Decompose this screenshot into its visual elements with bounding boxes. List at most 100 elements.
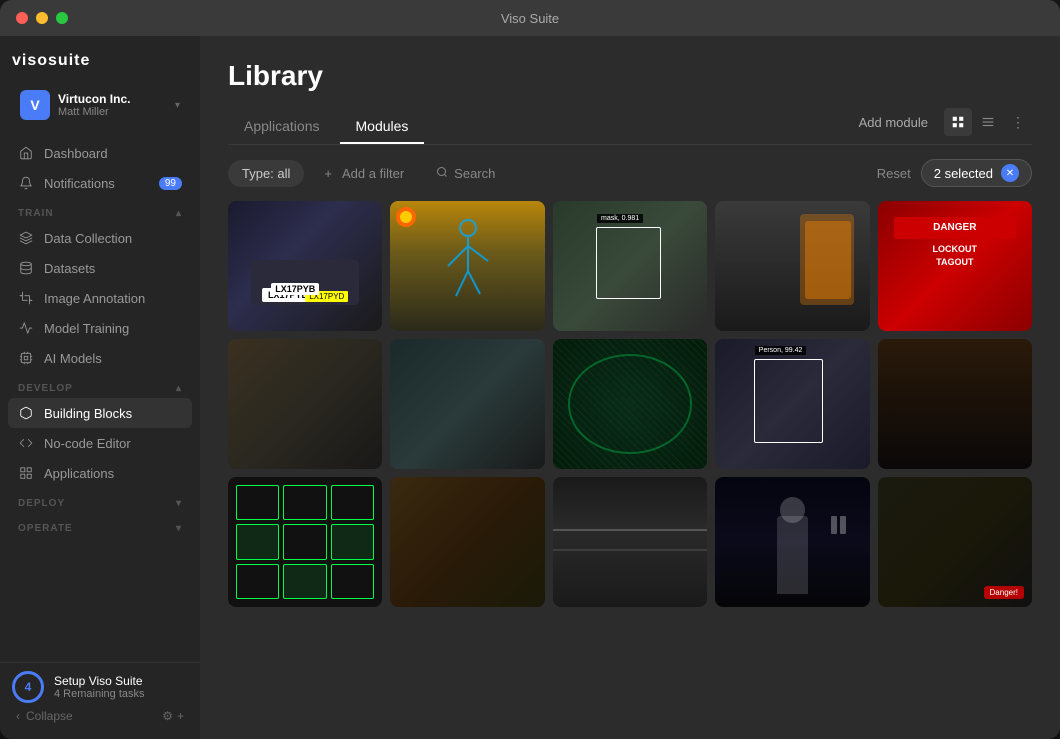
setup-info: Setup Viso Suite 4 Remaining tasks xyxy=(54,674,145,700)
close-button[interactable] xyxy=(16,12,28,24)
section-label: OPERATE xyxy=(18,523,73,534)
sidebar-item-label: Building Blocks xyxy=(44,406,132,421)
sidebar-nav: Dashboard Notifications 99 TRAIN ▴ xyxy=(0,134,200,662)
sidebar-item-label: Applications xyxy=(44,466,114,481)
grid-item-4[interactable] xyxy=(715,201,869,331)
grid-item-14[interactable] xyxy=(715,477,869,607)
grid-item-13[interactable] xyxy=(553,477,707,607)
grid-view-button[interactable] xyxy=(944,108,972,136)
filter-right: Reset 2 selected ✕ xyxy=(877,159,1032,187)
filter-row: Type: all + Add a filter Search Reset 2 … xyxy=(200,145,1060,201)
grid-item-3[interactable]: mask, 0.981 xyxy=(553,201,707,331)
bell-icon xyxy=(18,175,34,191)
add-module-button[interactable]: Add module xyxy=(851,111,936,134)
danger-label: Danger! xyxy=(984,586,1024,599)
grid-item-10[interactable] xyxy=(878,339,1032,469)
setup-progress-circle: 4 xyxy=(12,671,44,703)
sidebar-item-datasets[interactable]: Datasets xyxy=(8,253,192,283)
chevron-up-icon[interactable]: ▴ xyxy=(176,383,182,394)
chevron-left-icon: ‹ xyxy=(16,709,20,723)
section-operate: OPERATE ▾ xyxy=(8,513,192,538)
section-label: DEVELOP xyxy=(18,383,73,394)
app-window: Viso Suite visosuite V Virtucon Inc. Mat… xyxy=(0,0,1060,739)
search-button[interactable]: Search xyxy=(424,160,507,187)
search-icon xyxy=(436,166,448,181)
sidebar-item-notifications[interactable]: Notifications 99 xyxy=(8,168,192,198)
page-title: Library xyxy=(228,60,1032,92)
tab-actions: Add module ⋮ xyxy=(851,108,1032,144)
sidebar-item-ai-models[interactable]: AI Models xyxy=(8,343,192,373)
sidebar-item-no-code-editor[interactable]: No-code Editor xyxy=(8,428,192,458)
tab-applications[interactable]: Applications xyxy=(228,110,336,144)
titlebar: Viso Suite xyxy=(0,0,1060,36)
grid-item-9[interactable]: Person, 99.42 xyxy=(715,339,869,469)
selected-badge: 2 selected ✕ xyxy=(921,159,1032,187)
org-selector[interactable]: V Virtucon Inc. Matt Miller ▾ xyxy=(12,84,188,126)
collapse-button[interactable]: ‹ Collapse ⚙ + xyxy=(12,703,188,723)
more-options-button[interactable]: ⋮ xyxy=(1004,108,1032,136)
grid-item-8[interactable] xyxy=(553,339,707,469)
sidebar-item-data-collection[interactable]: Data Collection xyxy=(8,223,192,253)
list-view-button[interactable] xyxy=(974,108,1002,136)
plus-icon: + xyxy=(324,166,332,181)
sidebar-item-label: Data Collection xyxy=(44,231,132,246)
grid-item-6[interactable] xyxy=(228,339,382,469)
minimize-button[interactable] xyxy=(36,12,48,24)
grid-item-2[interactable] xyxy=(390,201,544,331)
sidebar: visosuite V Virtucon Inc. Matt Miller ▾ xyxy=(0,36,200,739)
sidebar-item-model-training[interactable]: Model Training xyxy=(8,313,192,343)
activity-icon xyxy=(18,320,34,336)
section-develop: DEVELOP ▴ xyxy=(8,373,192,398)
sidebar-header: visosuite V Virtucon Inc. Matt Miller ▾ xyxy=(0,36,200,134)
clear-selection-button[interactable]: ✕ xyxy=(1001,164,1019,182)
grid-item-1[interactable]: LX17PYB LX17PYD xyxy=(228,201,382,331)
main-header: Library Applications Modules Add module xyxy=(200,36,1060,145)
crop-icon xyxy=(18,290,34,306)
setup-row[interactable]: 4 Setup Viso Suite 4 Remaining tasks xyxy=(12,671,188,703)
section-deploy: DEPLOY ▾ xyxy=(8,488,192,513)
maximize-button[interactable] xyxy=(56,12,68,24)
setup-subtitle: 4 Remaining tasks xyxy=(54,688,145,700)
window-title: Viso Suite xyxy=(501,11,559,26)
cpu-icon xyxy=(18,350,34,366)
chevron-up-icon[interactable]: ▴ xyxy=(176,208,182,219)
plus-icon[interactable]: + xyxy=(177,709,184,723)
sidebar-logo: visosuite xyxy=(12,52,188,70)
add-filter-button[interactable]: + Add a filter xyxy=(314,160,414,187)
org-name: Virtucon Inc. xyxy=(58,92,167,106)
grid-item-5[interactable]: DANGER LOCKOUTTAGOUT xyxy=(878,201,1032,331)
chevron-down-icon[interactable]: ▾ xyxy=(176,498,182,509)
collapse-label: Collapse xyxy=(26,709,73,723)
settings-icon[interactable]: ⚙ xyxy=(162,709,173,723)
sidebar-item-image-annotation[interactable]: Image Annotation xyxy=(8,283,192,313)
chevron-down-icon[interactable]: ▾ xyxy=(176,523,182,534)
sidebar-bottom: 4 Setup Viso Suite 4 Remaining tasks ‹ C… xyxy=(0,662,200,731)
notification-badge: 99 xyxy=(159,177,182,190)
sidebar-item-building-blocks[interactable]: Building Blocks xyxy=(8,398,192,428)
box-icon xyxy=(18,405,34,421)
tab-modules[interactable]: Modules xyxy=(340,110,425,144)
section-label: DEPLOY xyxy=(18,498,65,509)
add-filter-label: Add a filter xyxy=(342,166,404,181)
sidebar-item-label: Model Training xyxy=(44,321,129,336)
grid-item-11[interactable] xyxy=(228,477,382,607)
grid-item-12[interactable] xyxy=(390,477,544,607)
reset-button[interactable]: Reset xyxy=(877,166,911,181)
chevron-down-icon: ▾ xyxy=(175,100,180,111)
sidebar-item-applications[interactable]: Applications xyxy=(8,458,192,488)
section-train: TRAIN ▴ xyxy=(8,198,192,223)
org-avatar: V xyxy=(20,90,50,120)
code-icon xyxy=(18,435,34,451)
sidebar-item-dashboard[interactable]: Dashboard xyxy=(8,138,192,168)
sidebar-item-label: Datasets xyxy=(44,261,95,276)
org-user: Matt Miller xyxy=(58,106,167,118)
grid-item-7[interactable] xyxy=(390,339,544,469)
image-grid-area: LX17PYB LX17PYD xyxy=(200,201,1060,739)
view-toggle: ⋮ xyxy=(944,108,1032,136)
type-filter-chip[interactable]: Type: all xyxy=(228,160,304,187)
sidebar-item-label: No-code Editor xyxy=(44,436,131,451)
grid-item-15[interactable]: Danger! xyxy=(878,477,1032,607)
search-label: Search xyxy=(454,166,495,181)
selected-count: 2 selected xyxy=(934,166,993,181)
section-label: TRAIN xyxy=(18,208,54,219)
